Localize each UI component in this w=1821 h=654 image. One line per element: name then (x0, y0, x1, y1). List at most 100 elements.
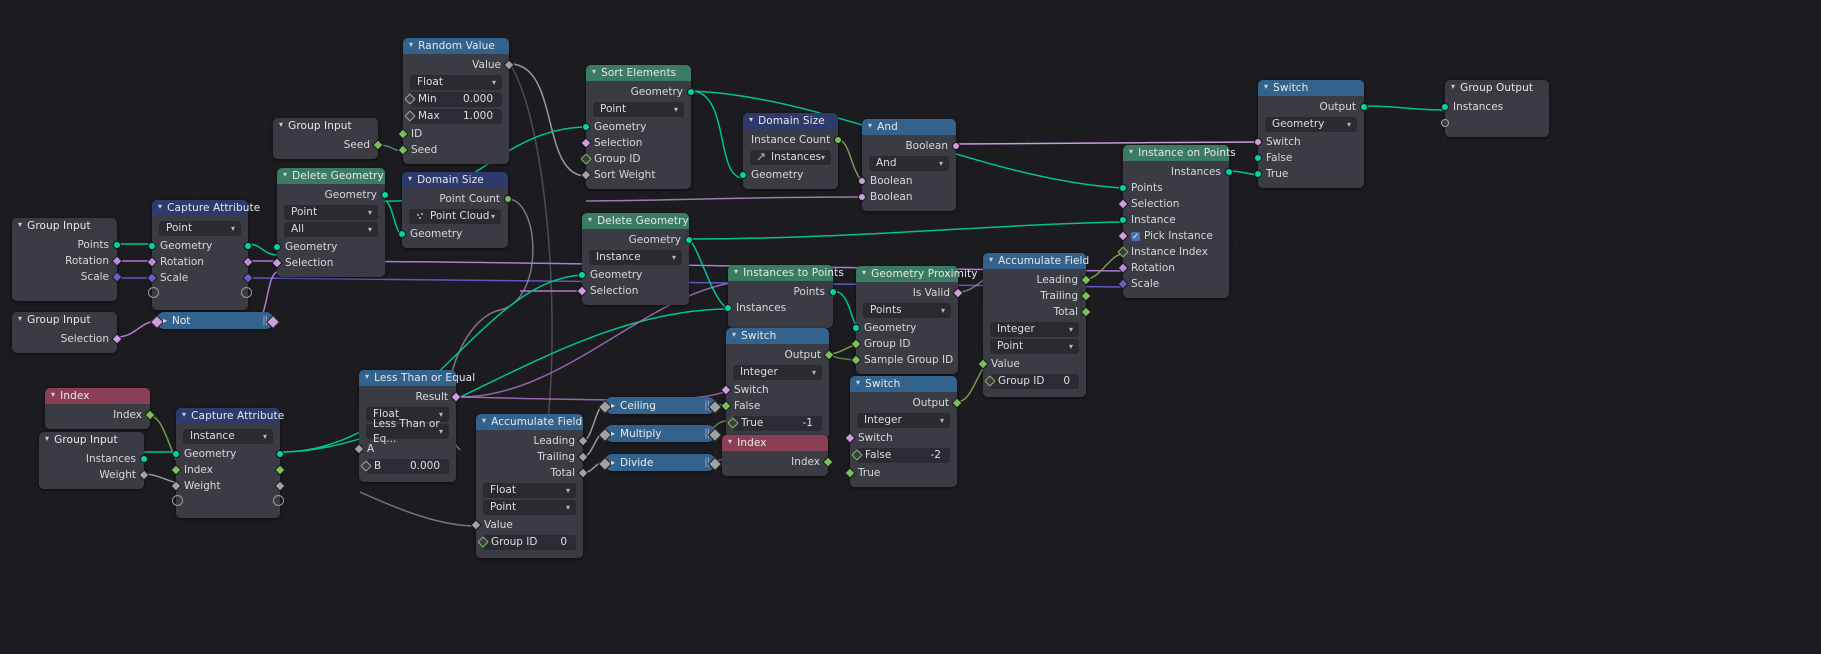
field-false[interactable]: False -2 (851, 448, 950, 463)
socket-boolean-input-1[interactable] (858, 177, 866, 185)
chevron-down-icon[interactable]: ▾ (862, 265, 866, 281)
socket-instances-output[interactable] (1225, 168, 1233, 176)
chevron-down-icon[interactable]: ▾ (868, 118, 872, 134)
chevron-down-icon[interactable]: ▾ (279, 117, 283, 133)
socket-output[interactable] (1360, 103, 1368, 111)
node-delete-geometry-point[interactable]: ▾ Delete Geometry Geometry Point ▾ All ▾… (271, 168, 389, 277)
socket-weight-input[interactable] (170, 480, 182, 492)
chevron-right-icon[interactable]: ▸ (611, 401, 615, 410)
socket-scale-input[interactable] (146, 272, 158, 284)
node-header[interactable]: ▾ And (862, 119, 956, 135)
field-value[interactable]: 0.000 (463, 92, 493, 107)
socket-true-input[interactable] (844, 467, 856, 479)
node-header[interactable]: ▾ Instances to Points (728, 265, 844, 281)
chevron-right-icon[interactable]: ▸ (611, 458, 615, 467)
node-index-bottom[interactable]: ▾ Index Index (722, 434, 834, 476)
socket-extend-output[interactable] (241, 287, 252, 298)
checkbox-pick-instance[interactable]: ✓ (1131, 231, 1140, 241)
socket-scale-input[interactable] (1117, 278, 1129, 290)
field-value[interactable]: 0 (560, 535, 567, 550)
node-group-input-left[interactable]: ▾ Group Input Points Rotation Scale (12, 218, 123, 301)
socket-selection-output[interactable] (111, 333, 123, 345)
chevron-down-icon[interactable]: ▾ (989, 252, 993, 268)
socket-rotation-input[interactable] (146, 256, 158, 268)
socket-is-valid-output[interactable] (952, 287, 964, 299)
chevron-down-icon[interactable]: ▾ (856, 375, 860, 391)
socket-geometry-input[interactable] (148, 242, 156, 250)
socket-seed-output[interactable] (372, 139, 384, 151)
node-group-input-selection[interactable]: ▾ Group Input Selection (12, 312, 123, 353)
socket-geometry-output[interactable] (276, 450, 284, 458)
node-header[interactable]: ▾ Group Input (12, 218, 117, 234)
socket-geometry-input[interactable] (273, 243, 281, 251)
chevron-down-icon[interactable]: ▾ (592, 64, 596, 80)
field-group-id[interactable]: Group ID 0 (984, 374, 1079, 389)
node-capture-attribute-instance[interactable]: ▾ Capture Attribute Instance ▾ Geometry … (170, 407, 286, 518)
node-ceiling[interactable]: ▸ Ceiling || (597, 397, 723, 414)
dropdown-target-element[interactable]: Points ▾ (863, 303, 951, 318)
chevron-down-icon[interactable]: ▾ (588, 212, 592, 228)
node-extend-sockets[interactable] (172, 494, 284, 506)
field-value[interactable]: -1 (803, 416, 813, 431)
socket-boolean-output[interactable] (265, 314, 281, 329)
socket-instances-input[interactable] (1441, 103, 1449, 111)
chevron-down-icon[interactable]: ▾ (1264, 79, 1268, 95)
socket-id-input[interactable] (397, 128, 409, 140)
node-instances-to-points[interactable]: ▾ Instances to Points Points Instances (724, 265, 844, 328)
chevron-down-icon[interactable]: ▾ (749, 112, 753, 128)
node-group-input-instances[interactable]: ▾ Group Input Instances Weight (39, 432, 150, 489)
chevron-down-icon[interactable]: ▾ (18, 311, 22, 327)
socket-geometry-output[interactable] (244, 242, 252, 250)
dropdown-data-type[interactable]: Integer ▾ (990, 322, 1079, 337)
dropdown-mode[interactable]: All ▾ (284, 222, 378, 237)
node-header[interactable]: ▾ Group Output (1445, 80, 1549, 96)
socket-a-input[interactable] (353, 443, 365, 455)
node-header[interactable]: ▾ Switch (850, 376, 957, 392)
socket-b-input[interactable] (360, 460, 372, 472)
socket-row-pick-instance[interactable]: ✓ Pick Instance (1117, 228, 1229, 244)
chevron-down-icon[interactable]: ▾ (182, 407, 186, 423)
socket-value-input[interactable] (597, 456, 613, 471)
socket-true-input[interactable] (1254, 170, 1262, 178)
socket-instances-input[interactable] (724, 304, 732, 312)
socket-output[interactable] (823, 349, 835, 361)
socket-value-output[interactable] (707, 456, 723, 471)
socket-index-input[interactable] (170, 464, 182, 476)
node-header[interactable]: ▾ Group Input (273, 118, 378, 134)
socket-sample-group-id-input[interactable] (850, 354, 862, 366)
field-value[interactable]: 1.000 (463, 109, 493, 124)
node-header[interactable]: ▾ Group Input (12, 312, 117, 328)
socket-selection-input[interactable] (271, 257, 283, 269)
socket-geometry-input[interactable] (398, 230, 406, 238)
socket-group-id-input[interactable] (850, 338, 862, 350)
chevron-down-icon[interactable]: ▾ (482, 413, 486, 429)
socket-geometry-input[interactable] (739, 171, 747, 179)
node-switch-integer-bottom[interactable]: ▾ Switch Output Integer ▾ Switch False -… (844, 376, 963, 487)
node-header[interactable]: ▾ Delete Geometry (277, 168, 385, 184)
field-true[interactable]: True -1 (727, 416, 822, 431)
socket-total-output[interactable] (577, 467, 589, 479)
chevron-down-icon[interactable]: ▾ (728, 434, 732, 450)
node-extend-sockets[interactable] (148, 286, 252, 298)
dropdown-type[interactable]: Integer ▾ (733, 365, 822, 380)
dropdown-component[interactable]: Point Cloud ▾ (409, 209, 501, 224)
node-header[interactable]: ▾ Group Input (39, 432, 144, 448)
dropdown-domain[interactable]: Point ▾ (990, 339, 1079, 354)
socket-extend-input[interactable] (148, 287, 159, 298)
dropdown-domain[interactable]: Instance ▾ (589, 250, 682, 265)
socket-value-input[interactable] (597, 427, 613, 442)
socket-boolean-input-2[interactable] (858, 193, 866, 201)
dropdown-domain[interactable]: Instance ▾ (183, 429, 273, 444)
node-sort-elements[interactable]: ▾ Sort Elements Geometry Point ▾ Geometr… (580, 64, 695, 189)
socket-true-input[interactable] (727, 417, 739, 429)
node-grip[interactable]: || (254, 315, 268, 326)
chevron-down-icon[interactable]: ▾ (1451, 79, 1455, 95)
node-header[interactable]: ▾ Domain Size (743, 113, 838, 129)
socket-empty-input[interactable] (1441, 119, 1449, 127)
socket-total-output[interactable] (1080, 306, 1092, 318)
socket-point-count-output[interactable] (504, 195, 512, 203)
socket-group-id-input[interactable] (984, 375, 996, 387)
socket-result-output[interactable] (450, 391, 462, 403)
dropdown-component[interactable]: Instances ▾ (750, 150, 831, 165)
socket-leading-output[interactable] (577, 435, 589, 447)
